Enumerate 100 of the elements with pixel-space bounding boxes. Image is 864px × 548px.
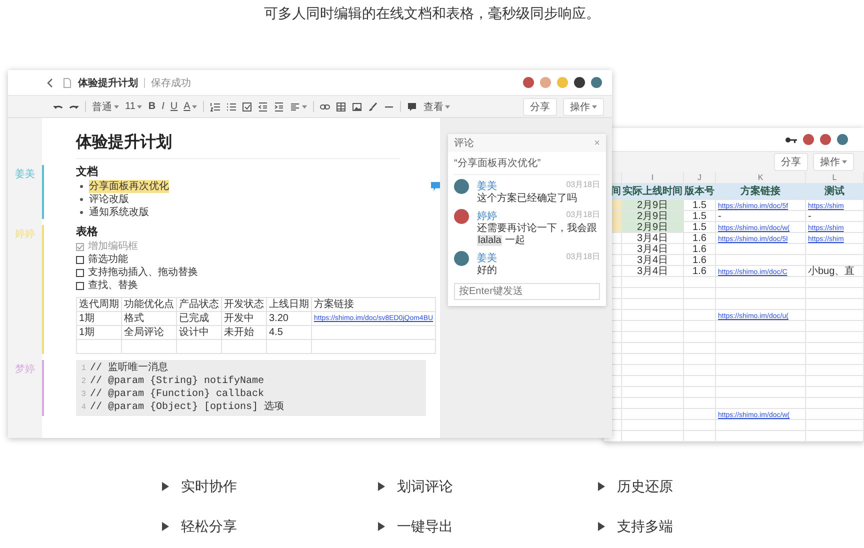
comment-text: 好的: [477, 265, 498, 277]
actions-menu[interactable]: 操作: [563, 98, 604, 116]
comment-author: 姜美: [477, 252, 498, 265]
table-cell: 1.6: [684, 266, 716, 277]
avatar: [803, 134, 814, 146]
bullet-icon: [80, 198, 83, 201]
checkbox[interactable]: [76, 268, 84, 276]
align-menu[interactable]: [290, 102, 308, 112]
table-cell: 3月4日: [622, 244, 684, 255]
comment-text: 这个方案已经确定了吗: [477, 193, 578, 205]
column-letter: I: [622, 172, 684, 184]
comment-icon[interactable]: [407, 102, 418, 112]
table-cell: [622, 354, 684, 365]
code-line: // @param {Function} callback: [90, 388, 266, 400]
table-cell: 3.20: [266, 312, 312, 326]
table-cell: [806, 354, 864, 365]
table-cell: [684, 431, 716, 442]
link-icon[interactable]: [320, 102, 330, 112]
share-button[interactable]: 分享: [523, 98, 557, 116]
table-cell: [176, 340, 222, 354]
bold-button[interactable]: B: [148, 101, 156, 112]
caret-icon: [445, 104, 450, 108]
align-icon: [290, 102, 300, 112]
document-heading: 体验提升计划: [76, 132, 173, 153]
table-cell: 格式: [122, 312, 176, 326]
task-label: 增加编码框: [88, 240, 138, 253]
quoted-text: “分享面板再次优化”: [454, 156, 600, 175]
feature-label: 轻松分享: [181, 517, 237, 535]
comment-date: 03月18日: [566, 179, 600, 191]
checkbox[interactable]: [76, 242, 84, 250]
column-header: 功能优化点: [122, 298, 176, 312]
table-cell: 1期: [76, 312, 122, 326]
indent-icon[interactable]: [274, 102, 284, 112]
numbered-list-icon[interactable]: [210, 102, 220, 112]
image-icon[interactable]: [352, 102, 362, 112]
font-size-menu[interactable]: 11: [125, 101, 142, 112]
table-cell: 设计中: [176, 326, 222, 340]
share-button[interactable]: 分享: [774, 153, 808, 172]
table-cell: 3月4日: [622, 266, 684, 277]
table-cell: [806, 420, 864, 431]
section-heading: 文档: [76, 165, 99, 180]
table-cell: [684, 354, 716, 365]
bullet-list-icon[interactable]: [226, 102, 236, 112]
table-cell: 1.6: [684, 244, 716, 255]
table-cell: -: [806, 211, 864, 222]
avatar: [591, 77, 602, 88]
paragraph-style-menu[interactable]: 普通: [92, 100, 119, 114]
key-icon: [785, 136, 797, 144]
line-number: 1: [80, 363, 87, 375]
checkbox[interactable]: [76, 282, 84, 290]
table-cell: [684, 387, 716, 398]
table-cell: 1.5: [684, 222, 716, 233]
table-cell: [622, 299, 684, 310]
table-cell: 3月4日: [622, 233, 684, 244]
comment-author: 婷婷: [477, 210, 498, 223]
comment-input[interactable]: 按Enter键发送: [454, 283, 600, 300]
brush-icon[interactable]: [368, 102, 378, 112]
italic-button[interactable]: I: [162, 101, 164, 112]
task-label: 筛选功能: [88, 253, 128, 266]
underline-button[interactable]: U: [170, 101, 178, 112]
avatar: [557, 77, 568, 88]
table-cell: [806, 277, 864, 288]
table-cell: 1期: [76, 326, 122, 340]
line-number: 4: [80, 402, 87, 414]
table-cell: [684, 299, 716, 310]
line-number: 2: [80, 376, 87, 388]
bullet-icon: [80, 211, 83, 214]
code-line: // 监听唯一消息: [90, 362, 170, 375]
comment-author: 姜美: [477, 180, 498, 192]
table-cell: [222, 340, 266, 354]
panel-title: 评论: [454, 137, 474, 150]
table-cell: [806, 376, 864, 387]
column-header: 测试: [806, 184, 864, 200]
actions-menu[interactable]: 操作: [813, 153, 854, 172]
line-number: 3: [80, 389, 87, 401]
table-cell: 1.6: [684, 255, 716, 266]
table-cell: [622, 321, 684, 332]
table-cell: [622, 277, 684, 288]
feature-label: 划词评论: [397, 477, 453, 495]
feature-label: 支持多端: [617, 517, 673, 535]
text-color-menu[interactable]: A: [184, 101, 198, 112]
column-letter: K: [716, 172, 806, 184]
play-icon: [598, 522, 605, 530]
table-cell: [806, 365, 864, 376]
checkbox[interactable]: [76, 256, 84, 264]
outdent-icon[interactable]: [258, 102, 268, 112]
list-item: 分享面板再次优化: [89, 180, 169, 193]
comment-text: 还需要再讨论一下，我会跟 lalala 一起: [477, 223, 598, 247]
table-cell: [684, 277, 716, 288]
caret-icon: [114, 104, 119, 108]
avatar: [540, 77, 551, 88]
caret-icon: [592, 104, 597, 108]
file-icon: [62, 78, 72, 88]
table-cell: [684, 321, 716, 332]
checklist-icon[interactable]: [242, 102, 252, 112]
table-cell: [806, 299, 864, 310]
table-icon[interactable]: [336, 102, 346, 112]
view-menu[interactable]: 查看: [423, 100, 450, 114]
avatar: [523, 77, 534, 88]
table-cell: 全局评论: [122, 326, 176, 340]
